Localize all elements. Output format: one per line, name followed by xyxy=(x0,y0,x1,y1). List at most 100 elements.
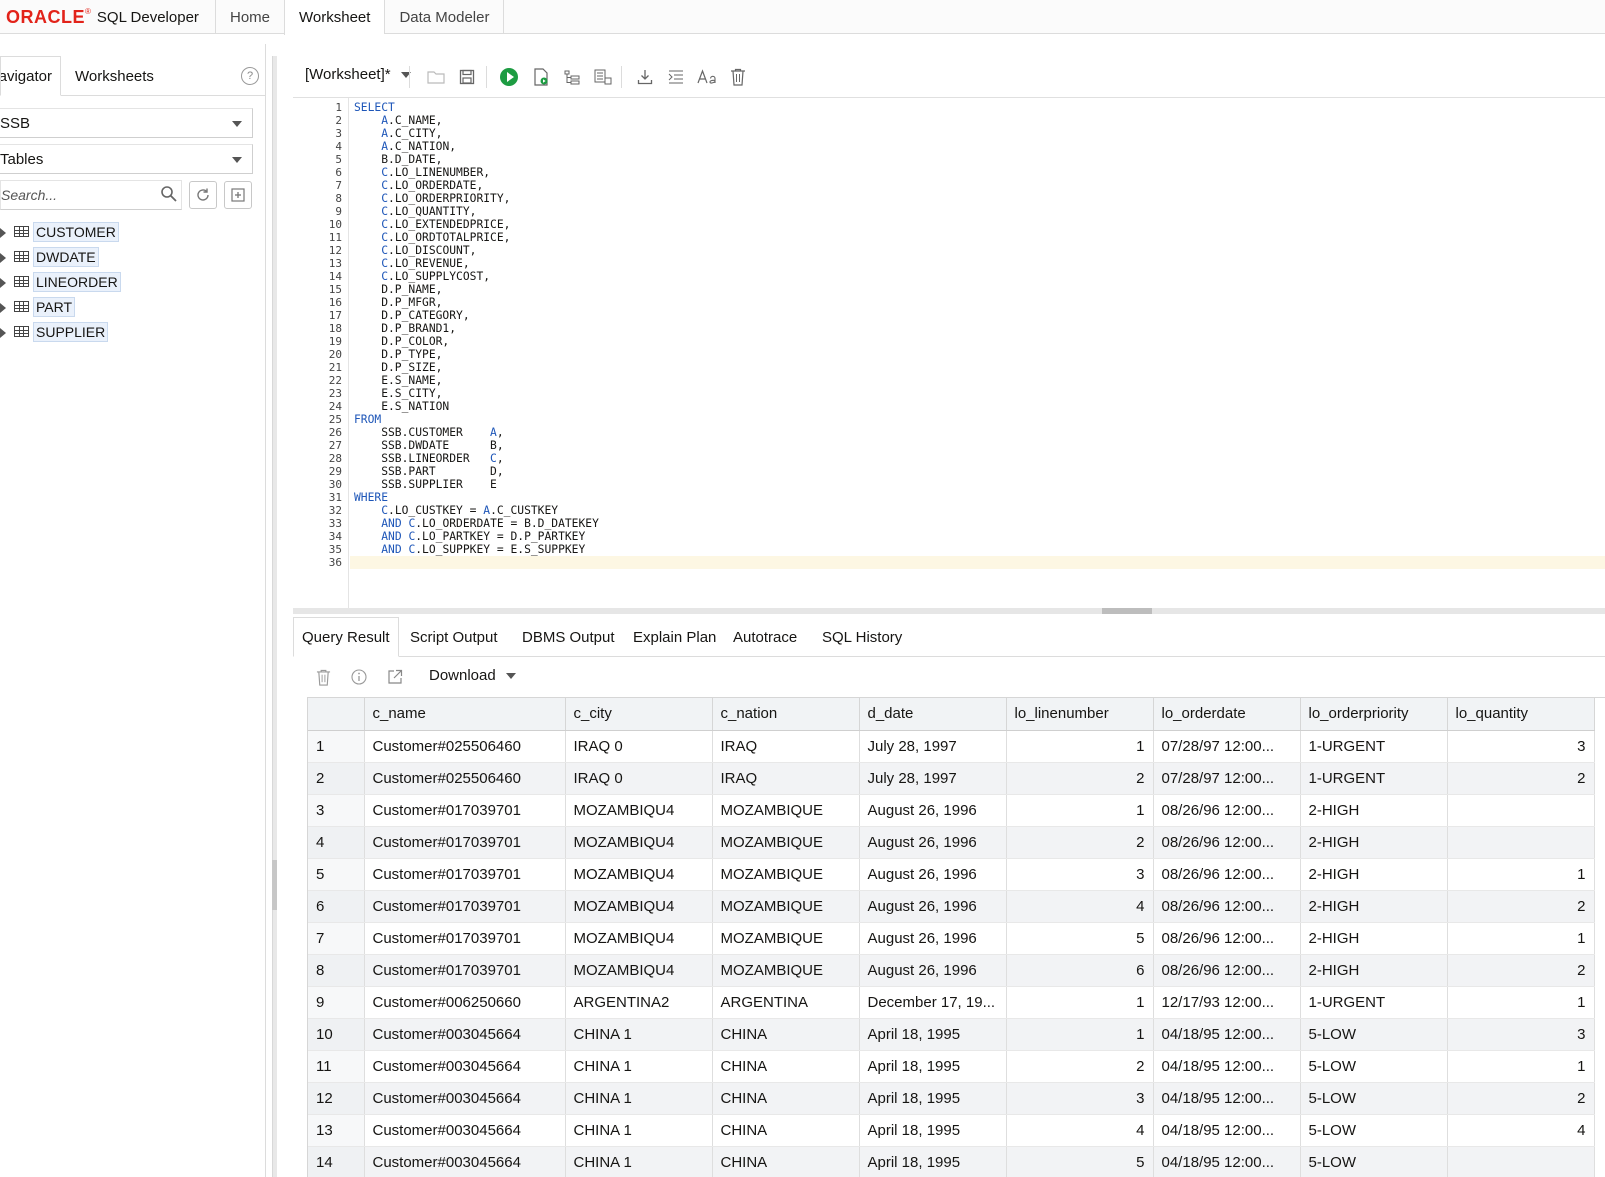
table-cell[interactable]: Customer#003045664 xyxy=(364,1114,566,1147)
code-line[interactable]: D.P_MFGR, xyxy=(354,296,442,309)
tree-item-customer[interactable]: CUSTOMER xyxy=(0,220,266,245)
row-number[interactable]: 1 xyxy=(308,730,365,763)
column-header-c-name[interactable]: c_name xyxy=(364,698,566,731)
table-cell[interactable]: IRAQ 0 xyxy=(565,730,713,763)
tab-dbms-output[interactable]: DBMS Output xyxy=(522,617,615,657)
table-cell[interactable]: 07/28/97 12:00... xyxy=(1153,762,1301,795)
open-external-icon[interactable] xyxy=(385,667,405,687)
table-cell[interactable]: December 17, 19... xyxy=(859,986,1007,1019)
row-number[interactable]: 11 xyxy=(308,1050,365,1083)
code-line[interactable]: WHERE xyxy=(354,491,388,504)
table-cell[interactable]: April 18, 1995 xyxy=(859,1146,1007,1177)
sql-editor[interactable]: 1 2 3 4 5 6 7 8 9 10 11 12 13 14 15 16 17 18 19 20 21 22 23 24 2… xyxy=(293,98,1605,608)
row-number[interactable]: 5 xyxy=(308,858,365,891)
download-icon[interactable] xyxy=(635,67,655,87)
run-statement-button[interactable] xyxy=(499,67,519,87)
row-number[interactable]: 14 xyxy=(308,1146,365,1177)
code-line[interactable]: C.LO_ORDTOTALPRICE, xyxy=(354,231,510,244)
code-line[interactable]: C.LO_ORDERPRIORITY, xyxy=(354,192,510,205)
table-row[interactable]: 14 Customer#003045664 CHINA 1 CHINA April 18… xyxy=(308,1146,1595,1177)
column-header-lo-quantity[interactable]: lo_quantity xyxy=(1447,698,1595,731)
table-cell[interactable]: MOZAMBIQU4 xyxy=(565,826,713,859)
row-number[interactable]: 12 xyxy=(308,1082,365,1115)
column-header-d-date[interactable]: d_date xyxy=(859,698,1007,731)
table-cell[interactable]: MOZAMBIQU4 xyxy=(565,922,713,955)
table-cell[interactable]: 07/28/97 12:00... xyxy=(1153,730,1301,763)
code-line[interactable]: D.P_TYPE, xyxy=(354,348,442,361)
table-cell[interactable]: April 18, 1995 xyxy=(859,1114,1007,1147)
table-cell[interactable]: 1 xyxy=(1006,1018,1154,1051)
code-line[interactable]: E.S_NATION xyxy=(354,400,449,413)
table-cell[interactable]: MOZAMBIQU4 xyxy=(565,794,713,827)
row-number[interactable]: 9 xyxy=(308,986,365,1019)
table-cell[interactable]: MOZAMBIQUE xyxy=(712,794,860,827)
table-cell[interactable]: 4 xyxy=(1006,890,1154,923)
code-line[interactable]: SSB.CUSTOMER A, xyxy=(354,426,503,439)
table-cell[interactable]: Customer#025506460 xyxy=(364,730,566,763)
code-line[interactable]: SELECT xyxy=(354,101,395,114)
row-number[interactable]: 10 xyxy=(308,1018,365,1051)
code-line[interactable]: C.LO_EXTENDEDPRICE, xyxy=(354,218,510,231)
table-cell[interactable]: August 26, 1996 xyxy=(859,826,1007,859)
table-cell[interactable]: IRAQ xyxy=(712,730,860,763)
table-row[interactable]: 7 Customer#017039701 MOZAMBIQU4 MOZAMBIQUE A… xyxy=(308,922,1595,955)
code-line[interactable]: A.C_NATION, xyxy=(354,140,456,153)
tab-worksheets[interactable]: Worksheets xyxy=(75,56,154,96)
tab-sql-history[interactable]: SQL History xyxy=(822,617,902,657)
tree-item-lineorder[interactable]: LINEORDER xyxy=(0,270,266,295)
add-button[interactable] xyxy=(224,181,252,209)
table-cell[interactable]: 2 xyxy=(1006,826,1154,859)
table-cell[interactable]: MOZAMBIQUE xyxy=(712,858,860,891)
table-cell[interactable]: 5 xyxy=(1006,922,1154,955)
table-cell[interactable]: Customer#003045664 xyxy=(364,1018,566,1051)
table-cell[interactable]: 1-URGENT xyxy=(1300,762,1448,795)
table-cell[interactable]: 04/18/95 12:00... xyxy=(1153,1114,1301,1147)
table-cell[interactable]: MOZAMBIQUE xyxy=(712,954,860,987)
tab-script-output[interactable]: Script Output xyxy=(410,617,498,657)
tree-item-dwdate[interactable]: DWDATE xyxy=(0,245,266,270)
tab-data-modeler[interactable]: Data Modeler xyxy=(384,0,505,34)
table-row[interactable]: 12 Customer#003045664 CHINA 1 CHINA April 18… xyxy=(308,1082,1595,1115)
explain-plan-icon[interactable] xyxy=(562,67,582,87)
editor-splitter-grip[interactable] xyxy=(1102,608,1152,614)
table-cell[interactable]: MOZAMBIQU4 xyxy=(565,858,713,891)
table-cell[interactable]: 08/26/96 12:00... xyxy=(1153,890,1301,923)
table-row[interactable]: 2 Customer#025506460 IRAQ 0 IRAQ July 28, 19… xyxy=(308,762,1595,795)
table-cell[interactable]: August 26, 1996 xyxy=(859,954,1007,987)
tree-item-supplier[interactable]: SUPPLIER xyxy=(0,320,266,345)
column-header-lo-orderpriority[interactable]: lo_orderpriority xyxy=(1300,698,1448,731)
table-cell[interactable]: 3 xyxy=(1006,1082,1154,1115)
table-cell[interactable]: 04/18/95 12:00... xyxy=(1153,1146,1301,1177)
table-cell[interactable]: 1 xyxy=(1447,922,1595,955)
table-cell[interactable]: Customer#017039701 xyxy=(364,922,566,955)
table-cell[interactable]: Customer#017039701 xyxy=(364,890,566,923)
code-line[interactable]: AND C.LO_ORDERDATE = B.D_DATEKEY xyxy=(354,517,599,530)
table-cell[interactable]: CHINA 1 xyxy=(565,1050,713,1083)
code-line[interactable]: E.S_CITY, xyxy=(354,387,442,400)
code-line[interactable]: SSB.LINEORDER C, xyxy=(354,452,503,465)
table-cell[interactable]: 2 xyxy=(1447,890,1595,923)
table-cell[interactable]: 3 xyxy=(1447,730,1595,763)
table-cell[interactable]: CHINA xyxy=(712,1114,860,1147)
table-cell[interactable]: CHINA 1 xyxy=(565,1114,713,1147)
table-cell[interactable]: 2-HIGH xyxy=(1300,954,1448,987)
table-cell[interactable]: 3 xyxy=(1006,858,1154,891)
text-case-icon[interactable] xyxy=(697,67,717,87)
row-number[interactable]: 4 xyxy=(308,826,365,859)
table-cell[interactable]: August 26, 1996 xyxy=(859,922,1007,955)
splitter-grip[interactable] xyxy=(272,860,277,910)
code-line[interactable]: SSB.PART D, xyxy=(354,465,503,478)
worksheet-selector[interactable]: [Worksheet]* xyxy=(305,66,411,83)
tree-item-label[interactable]: SUPPLIER xyxy=(33,322,109,342)
table-cell[interactable]: IRAQ xyxy=(712,762,860,795)
chevron-right-icon[interactable] xyxy=(0,328,6,338)
code-line[interactable]: D.P_COLOR, xyxy=(354,335,449,348)
format-icon[interactable] xyxy=(666,67,686,87)
search-icon[interactable] xyxy=(160,185,178,203)
table-cell[interactable]: 5-LOW xyxy=(1300,1018,1448,1051)
table-cell[interactable]: Customer#003045664 xyxy=(364,1082,566,1115)
table-cell[interactable]: MOZAMBIQU4 xyxy=(565,890,713,923)
save-icon[interactable] xyxy=(457,67,477,87)
refresh-button[interactable] xyxy=(189,181,217,209)
row-number[interactable]: 13 xyxy=(308,1114,365,1147)
